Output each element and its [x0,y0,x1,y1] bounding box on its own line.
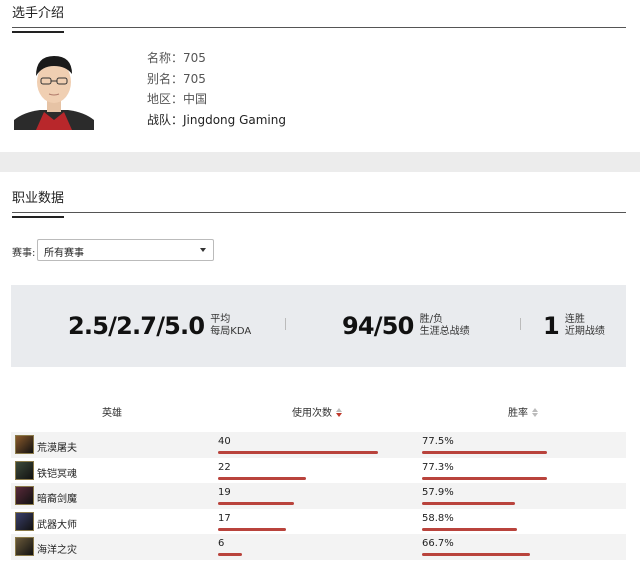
col-hero: 英雄 [102,408,122,419]
caret-down-icon [200,248,206,252]
player-team: 战队：Jingdong Gaming [147,112,286,127]
win-rate-bar [422,527,517,531]
uses-count: 17 [218,512,231,524]
uses-count: 19 [218,487,231,499]
win-rate: 66.7% [422,538,454,550]
winloss-stat: 94/50 胜/负 生涯总战绩 [342,285,470,367]
streak-label-recent: 近期战绩 [564,326,605,337]
uses-bar [218,527,286,531]
sort-icon[interactable] [532,408,538,418]
stat-separator [520,318,521,330]
winloss-value: 94/50 [342,312,414,340]
uses-bar [218,451,378,454]
win-rate-bar [422,476,547,480]
uses-bar [218,553,242,557]
uses-count: 6 [218,538,225,550]
win-rate: 77.3% [422,461,454,473]
player-name: 名称：705 [147,51,206,65]
table-row[interactable]: 武器大师 17 58.8% [11,509,626,535]
kda-label-per-game: 每局KDA [210,326,252,337]
col-uses-label: 使用次数 [292,408,332,419]
win-rate: 58.8% [422,512,454,524]
kda-label-avg: 平均 [210,314,231,325]
winloss-label-career: 生涯总战绩 [419,326,470,337]
hero-table-header: 英雄 使用次数 胜率 [11,404,626,420]
win-rate-bar [422,553,530,557]
hero-name: 铁铠冥魂 [37,468,77,480]
uses-count: 22 [218,461,231,473]
player-intro-header: 选手介绍 [12,0,626,33]
col-winrate[interactable]: 胜率 [508,404,538,419]
uses-bar [218,476,306,480]
uses-count: 40 [218,436,231,447]
kda-value: 2.5/2.7/5.0 [68,312,205,340]
player-region: 地区：中国 [147,92,208,106]
table-row[interactable]: 荒漠屠夫 40 77.5% [11,432,626,458]
player-avatar [14,44,94,130]
win-rate-bar [422,451,547,454]
section-divider [0,152,640,172]
career-stats-panel: 2.5/2.7/5.0 平均 每局KDA 94/50 胜/负 生涯总战绩 1 连… [11,285,626,367]
col-uses[interactable]: 使用次数 [292,404,342,419]
col-winrate-label: 胜率 [508,408,528,419]
streak-label: 连胜 [564,314,585,325]
player-intro-title: 选手介绍 [12,2,65,33]
hero-portrait-icon [15,460,34,480]
hero-name: 武器大师 [37,519,77,531]
hero-portrait-icon [15,486,34,506]
hero-portrait-icon [15,537,34,557]
winloss-label: 胜/负 [419,314,443,325]
event-filter-select[interactable]: 所有赛事 [37,239,214,261]
table-row[interactable]: 铁铠冥魂 22 77.3% [11,458,626,484]
career-title: 职业数据 [12,187,65,218]
kda-stat: 2.5/2.7/5.0 平均 每局KDA [68,285,251,367]
player-info: 名称：705 别名：705 地区：中国 战队：Jingdong Gaming [147,48,286,130]
table-row[interactable]: 海洋之灾 6 66.7% [11,534,626,560]
stat-separator [285,318,286,330]
event-filter-label: 赛事: [12,248,36,259]
table-row[interactable]: 暗裔剑魔 19 57.9% [11,483,626,509]
hero-name: 荒漠屠夫 [37,443,77,454]
uses-bar [218,502,294,506]
event-filter-value: 所有赛事 [44,248,84,259]
hero-table-body: 荒漠屠夫 40 77.5% 铁铠冥魂 22 77.3% 暗裔剑魔 19 57.9% 武器大师 17 5… [11,432,626,560]
hero-portrait-icon [15,435,34,454]
hero-portrait-icon [15,511,34,531]
streak-stat: 1 连胜 近期战绩 [543,285,605,367]
player-alias: 别名：705 [147,71,206,86]
hero-name: 海洋之灾 [37,545,77,557]
sort-icon[interactable] [336,408,342,418]
hero-name: 暗裔剑魔 [37,494,77,506]
win-rate-bar [422,502,515,506]
win-rate: 77.5% [422,436,454,447]
career-header: 职业数据 [12,185,626,218]
streak-value: 1 [543,312,560,340]
win-rate: 57.9% [422,487,454,499]
